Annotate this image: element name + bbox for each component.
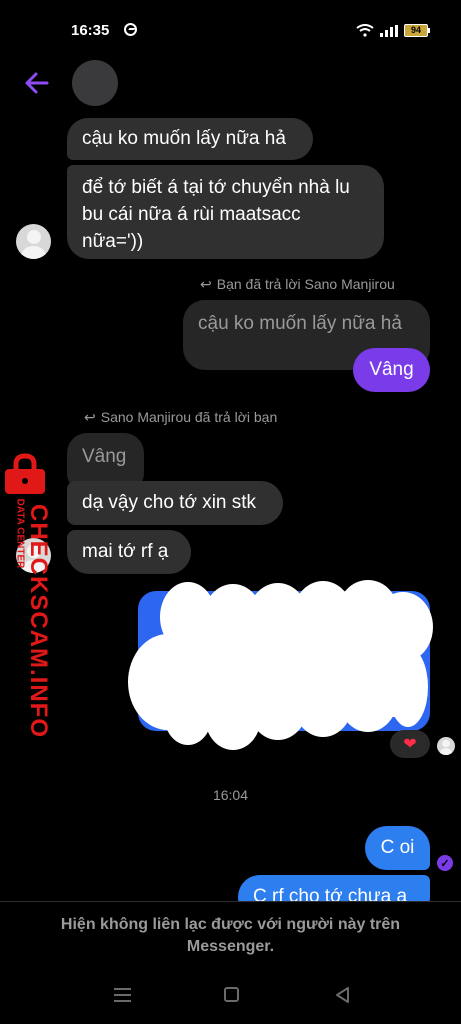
message-text: mai tớ rf ạ bbox=[82, 541, 169, 562]
message-text: C rf cho tớ chưa a bbox=[253, 886, 408, 901]
sent-check-icon: ✓ bbox=[437, 855, 453, 871]
message-text: Vâng bbox=[369, 359, 414, 380]
contact-avatar[interactable] bbox=[72, 60, 118, 106]
status-icons: 94 bbox=[356, 24, 430, 37]
message-text: C oi bbox=[380, 837, 415, 858]
message-outgoing[interactable]: Vâng bbox=[353, 348, 430, 392]
home-icon[interactable] bbox=[224, 987, 239, 1002]
heart-icon: ❤ bbox=[403, 736, 417, 753]
status-time: 16:35 bbox=[71, 22, 110, 39]
message-outgoing[interactable]: C oi bbox=[365, 826, 430, 870]
message-text: dạ vậy cho tớ xin stk bbox=[82, 492, 257, 513]
reply-label: ↩ Sano Manjirou đã trả lời bạn bbox=[84, 409, 278, 425]
wifi-icon bbox=[356, 24, 374, 37]
message-text: bu cái nữa á rùi maatsacc bbox=[82, 204, 301, 225]
message-clip: C rf cho tớ chưa a bbox=[0, 873, 461, 901]
message-text: cậu ko muốn lấy nữa hả bbox=[82, 128, 286, 149]
message-outgoing[interactable]: C rf cho tớ chưa a bbox=[238, 875, 430, 901]
signal-icon bbox=[380, 24, 398, 37]
back-triangle-icon[interactable] bbox=[334, 986, 352, 1004]
battery-icon: 94 bbox=[404, 24, 430, 37]
sender-avatar[interactable] bbox=[16, 224, 51, 259]
reaction-badge[interactable]: ❤ bbox=[390, 730, 430, 758]
message-text: để tớ biết á tại tớ chuyển nhà lu bbox=[82, 177, 350, 198]
recent-apps-icon[interactable] bbox=[114, 988, 131, 1002]
message-incoming[interactable]: dạ vậy cho tớ xin stk bbox=[67, 481, 283, 525]
seen-avatar bbox=[437, 737, 455, 755]
message-incoming[interactable]: cậu ko muốn lấy nữa hả bbox=[67, 118, 313, 160]
message-incoming[interactable]: để tớ biết á tại tớ chuyển nhà lu bu cái… bbox=[67, 165, 384, 259]
reply-icon: ↩ bbox=[84, 409, 96, 425]
footer-divider bbox=[0, 901, 461, 902]
redacted-image-message[interactable] bbox=[128, 577, 433, 752]
watermark-brand: CHECKSCAM.INFO bbox=[25, 504, 52, 738]
message-text: nữa=')) bbox=[82, 231, 144, 252]
arrow-left-icon[interactable] bbox=[22, 68, 52, 98]
notice-line: Messenger. bbox=[186, 938, 275, 955]
status-bar: 16:35 94 bbox=[0, 0, 461, 60]
unavailable-notice: Hiện không liên lạc được với người này t… bbox=[40, 914, 421, 958]
reply-label: ↩ Bạn đã trả lời Sano Manjirou bbox=[200, 276, 395, 292]
timestamp: 16:04 bbox=[212, 787, 249, 803]
quoted-text: cậu ko muốn lấy nữa hả bbox=[198, 313, 402, 334]
quoted-text: Vâng bbox=[82, 446, 127, 467]
reply-icon: ↩ bbox=[200, 276, 212, 292]
messenger-icon bbox=[124, 23, 137, 36]
message-incoming[interactable]: mai tớ rf ạ bbox=[67, 530, 191, 574]
notice-line: Hiện không liên lạc được với người này t… bbox=[60, 916, 401, 933]
lock-icon bbox=[5, 453, 45, 494]
